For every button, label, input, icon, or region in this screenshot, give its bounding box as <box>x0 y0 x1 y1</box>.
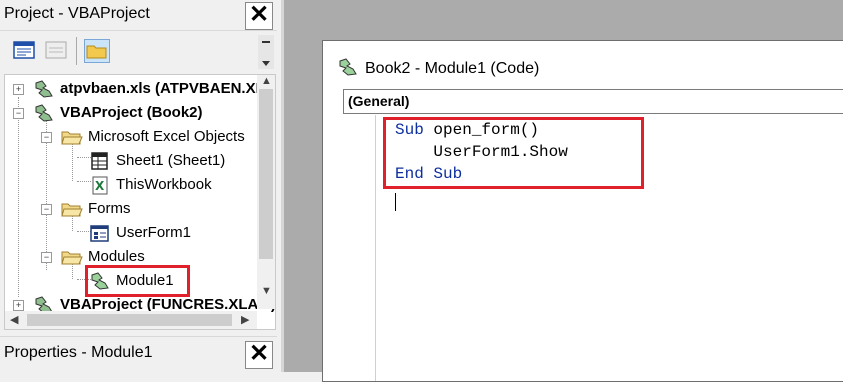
svg-text:X: X <box>95 179 105 193</box>
toolbar-overflow[interactable] <box>258 35 274 69</box>
view-object-button[interactable] <box>44 39 68 61</box>
expander-book2[interactable]: − <box>13 108 24 119</box>
workbook-icon: X <box>92 176 108 195</box>
properties-pane-title: Properties - Module1 <box>4 344 153 361</box>
worksheet-icon <box>91 152 108 170</box>
project-explorer-pane: Project - VBAProject ✕ + atpvbaen.xls (A… <box>0 0 277 330</box>
view-code-icon <box>13 41 35 59</box>
vbaproject-icon <box>35 80 53 98</box>
project-pane-title: Project - VBAProject <box>4 5 150 22</box>
code-margin-indicator-bar <box>343 115 376 381</box>
toolbar-separator <box>76 37 77 65</box>
expander-funcres[interactable]: + <box>13 300 24 311</box>
project-tree: + atpvbaen.xls (ATPVBAEN.XLAM) − VBAProj… <box>4 74 276 330</box>
expander-atpvbaen[interactable]: + <box>13 84 24 95</box>
properties-pane: Properties - Module1 ✕ <box>0 336 277 373</box>
text-cursor <box>395 193 396 211</box>
mdi-workspace: Book2 - Module1 (Code) (General) Sub ope… <box>284 0 843 382</box>
open-folder-icon <box>61 251 83 265</box>
userform-icon <box>90 225 109 242</box>
object-dropdown[interactable]: (General) <box>343 89 843 114</box>
expander-modules[interactable]: − <box>41 252 52 263</box>
code-highlight-box <box>383 117 644 189</box>
tree-horizontal-scroll-thumb[interactable] <box>27 314 232 326</box>
project-toolbar <box>0 33 277 71</box>
properties-pane-close-button[interactable]: ✕ <box>245 341 273 369</box>
object-dropdown-value: (General) <box>348 93 410 109</box>
view-code-button[interactable] <box>12 39 36 61</box>
folder-icon <box>86 45 107 59</box>
open-folder-icon <box>61 131 83 145</box>
project-pane-close-button[interactable]: ✕ <box>245 2 273 30</box>
expander-excel-objects[interactable]: − <box>41 132 52 143</box>
tree-horizontal-scrollbar[interactable]: ◀ ▶ <box>5 311 257 329</box>
tree-vertical-scrollbar[interactable]: ▲ ▼ <box>257 75 275 309</box>
toggle-folders-button[interactable] <box>84 39 110 63</box>
open-folder-icon <box>61 203 83 217</box>
scroll-left-arrow-icon[interactable]: ◀ <box>10 313 18 326</box>
code-window-title: Book2 - Module1 (Code) <box>365 60 540 77</box>
view-object-icon <box>45 41 67 59</box>
code-window: Book2 - Module1 (Code) (General) Sub ope… <box>322 40 843 382</box>
code-window-titlebar[interactable]: Book2 - Module1 (Code) <box>323 41 843 89</box>
scroll-down-arrow-icon[interactable]: ▼ <box>261 285 272 297</box>
scroll-right-arrow-icon[interactable]: ▶ <box>241 313 249 326</box>
tree-vertical-scroll-thumb[interactable] <box>259 89 273 259</box>
code-editor[interactable]: Sub open_form() UserForm1.Show End Sub <box>343 115 843 381</box>
module-icon <box>339 58 357 76</box>
project-pane-titlebar: Project - VBAProject ✕ <box>0 0 277 31</box>
module1-highlight-box <box>85 265 190 297</box>
expander-forms[interactable]: − <box>41 204 52 215</box>
vbaproject-icon <box>35 104 53 122</box>
scroll-up-arrow-icon[interactable]: ▲ <box>261 75 272 87</box>
